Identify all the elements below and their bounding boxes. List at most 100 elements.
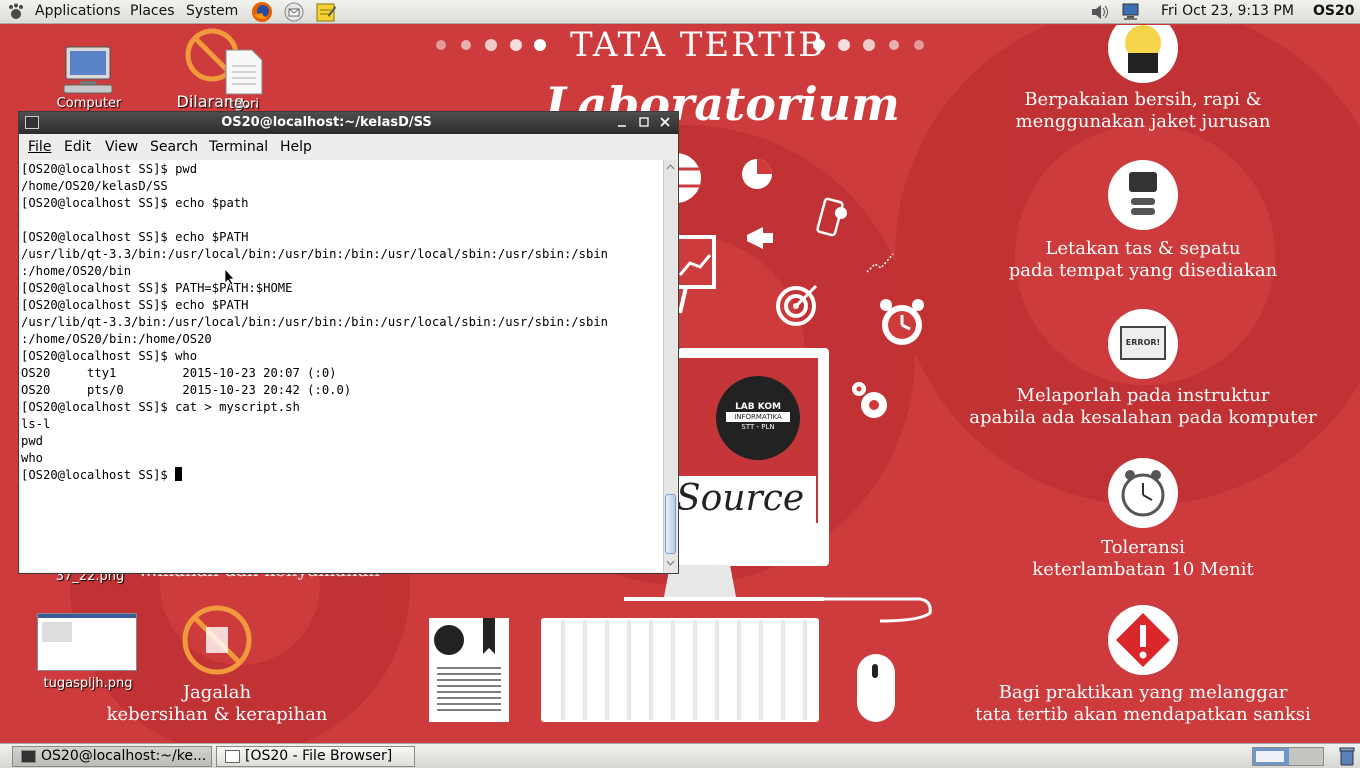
terminal-output[interactable]: [OS20@localhost SS]$ pwd/home/OS20/kelas… (21, 160, 663, 572)
scrollbar-thumb[interactable] (665, 494, 676, 554)
header-dots-right (812, 37, 926, 56)
menu-edit[interactable]: Edit (64, 139, 91, 155)
mobile-settings-icon (816, 197, 847, 237)
network-icon[interactable] (1120, 2, 1142, 26)
logo-line1: LAB KOM (735, 402, 781, 412)
text-cursor (175, 467, 183, 481)
rule-1-text: Berpakaian bersih, rapi & menggunakan jak… (1015, 89, 1271, 132)
menu-help[interactable]: Help (280, 139, 312, 155)
terminal-task-icon (21, 750, 36, 763)
terminal-line: [OS20@localhost SS]$ echo $PATH (21, 298, 249, 312)
menu-view[interactable]: View (105, 139, 138, 155)
terminal-line: [OS20@localhost SS]$ pwd (21, 162, 198, 176)
notes-editor-icon[interactable] (315, 1, 337, 23)
terminal-line: [OS20@localhost SS]$ echo $path (21, 196, 249, 210)
terminal-titlebar[interactable]: OS20@localhost:~/kelasD/SS (19, 112, 678, 134)
menu-terminal[interactable]: Terminal (209, 139, 268, 155)
terminal-scrollbar[interactable] (663, 160, 677, 572)
computer-desktop-icon[interactable]: Computer (50, 45, 128, 115)
volume-icon[interactable] (1090, 3, 1110, 25)
scroll-up-arrow-icon[interactable] (664, 161, 677, 173)
terminal-line: /usr/lib/qt-3.3/bin:/usr/local/bin:/usr/… (21, 315, 608, 329)
trash-icon[interactable] (1338, 746, 1356, 766)
tugasplјh-desktop-icon[interactable]: tugasplјh.png (36, 613, 140, 695)
bag-shoes-rule-icon (1108, 160, 1178, 230)
terminal-line: who (21, 451, 44, 465)
terminal-line: ls-l (21, 417, 51, 431)
bottom-panel: OS20@localhost:~/ke... [OS20 - File Brow… (0, 743, 1360, 768)
clock[interactable]: Fri Oct 23, 9:13 PM (1161, 3, 1294, 19)
minimize-button[interactable] (615, 114, 629, 130)
computer-label: Computer (56, 96, 122, 111)
terminal-line: OS20 pts/0 2015-10-23 20:42 (:0.0) (21, 383, 352, 397)
image-thumbnail-icon (37, 613, 137, 671)
rule-4-text: Toleransi keterlambatan 10 Menit (1032, 537, 1254, 580)
terminal-prompt: [OS20@localhost SS]$ (21, 468, 176, 482)
terminal-line: [OS20@localhost SS]$ who (21, 349, 198, 363)
monitor-text: Source (676, 476, 816, 524)
taskbar-item-terminal[interactable]: OS20@localhost:~/ke... (12, 746, 212, 767)
places-menu[interactable]: Places (130, 3, 175, 19)
workspace-1[interactable] (1253, 748, 1289, 765)
target-icon (776, 284, 818, 326)
clock-rule-icon (1108, 458, 1178, 528)
taskbar-item-file-browser-label: [OS20 - File Browser] (245, 748, 393, 764)
teori-desktop-icon[interactable]: teori (218, 48, 270, 113)
wallpaper-header: TATA TERTIB (570, 25, 826, 65)
terminal-line: pwd (21, 434, 44, 448)
terminal-line: [OS20@localhost SS]$ PATH=$PATH:$HOME (21, 281, 293, 295)
tugasplјh-label: tugasplјh.png (43, 676, 133, 691)
megaphone-icon (747, 227, 773, 249)
workspace-switcher[interactable] (1252, 747, 1324, 766)
taskbar-item-file-browser[interactable]: [OS20 - File Browser] (216, 746, 415, 767)
trend-line-icon (866, 253, 894, 273)
chart-pie-icon (742, 159, 772, 189)
terminal-line: /usr/lib/qt-3.3/bin:/usr/local/bin:/usr/… (21, 247, 608, 261)
shirt-rule-icon (1108, 25, 1178, 83)
logo-line3: STT - PLN (741, 423, 775, 431)
globe-icon (676, 153, 702, 203)
logo-line2: INFORMATIKA (726, 412, 790, 422)
error-monitor-rule-icon: ERROR! (1108, 309, 1178, 379)
error-label: ERROR! (1120, 326, 1166, 360)
header-dots-left (435, 37, 547, 56)
monitor-graphic: LAB KOM INFORMATIKA STT - PLN Source (676, 348, 829, 566)
rule-5-text: Bagi praktikan yang melanggar tata tertib… (975, 682, 1311, 725)
cleaning-rule-icon (182, 605, 252, 675)
text-file-icon (225, 49, 263, 95)
file-browser-task-icon (225, 750, 240, 763)
terminal-line: OS20 tty1 2015-10-23 20:07 (:0) (21, 366, 337, 380)
taskbar-item-terminal-label: OS20@localhost:~/ke... (41, 748, 207, 764)
system-menu[interactable]: System (186, 3, 238, 19)
gnome-foot-icon[interactable] (7, 3, 25, 21)
gears-icon (852, 382, 887, 418)
menu-file[interactable]: File (28, 139, 51, 155)
keyboard-graphic (541, 618, 819, 722)
rule-2-text: Letakan tas & sepatu pada tempat yang dis… (1008, 238, 1278, 281)
maximize-button[interactable] (637, 114, 651, 130)
menu-search[interactable]: Search (150, 139, 198, 155)
workspace-2[interactable] (1289, 748, 1323, 765)
terminal-line: :/home/OS20/bin (21, 264, 132, 278)
close-button[interactable] (658, 114, 672, 130)
lab-kom-logo: LAB KOM INFORMATIKA STT - PLN (716, 376, 800, 460)
top-panel: Applications Places System Fri Oct 23, 9… (0, 0, 1360, 24)
terminal-prompt-line: [OS20@localhost SS]$ (21, 467, 663, 484)
terminal-line: [OS20@localhost SS]$ cat > myscript.sh (21, 400, 300, 414)
presentation-board-icon (676, 235, 716, 314)
rule-3-text: Melaporlah pada instruktur apabila ada ke… (969, 385, 1317, 428)
terminal-line: /home/OS20/kelasD/SS (21, 179, 168, 193)
terminal-menubar: File Edit View Search Terminal Help (19, 136, 678, 158)
mouse-pointer-icon (224, 268, 235, 286)
mail-client-icon[interactable] (283, 1, 305, 23)
terminal-line: [OS20@localhost SS]$ echo $PATH (21, 230, 249, 244)
alarm-clock-icon (880, 299, 924, 345)
mouse-graphic (857, 654, 895, 722)
teori-label: teori (228, 97, 259, 112)
terminal-window[interactable]: OS20@localhost:~/kelasD/SS File Edit Vie… (18, 111, 679, 574)
user-name[interactable]: OS20 (1313, 3, 1354, 19)
scroll-down-arrow-icon[interactable] (664, 557, 677, 569)
applications-menu[interactable]: Applications (35, 3, 121, 19)
firefox-icon[interactable] (251, 1, 273, 23)
